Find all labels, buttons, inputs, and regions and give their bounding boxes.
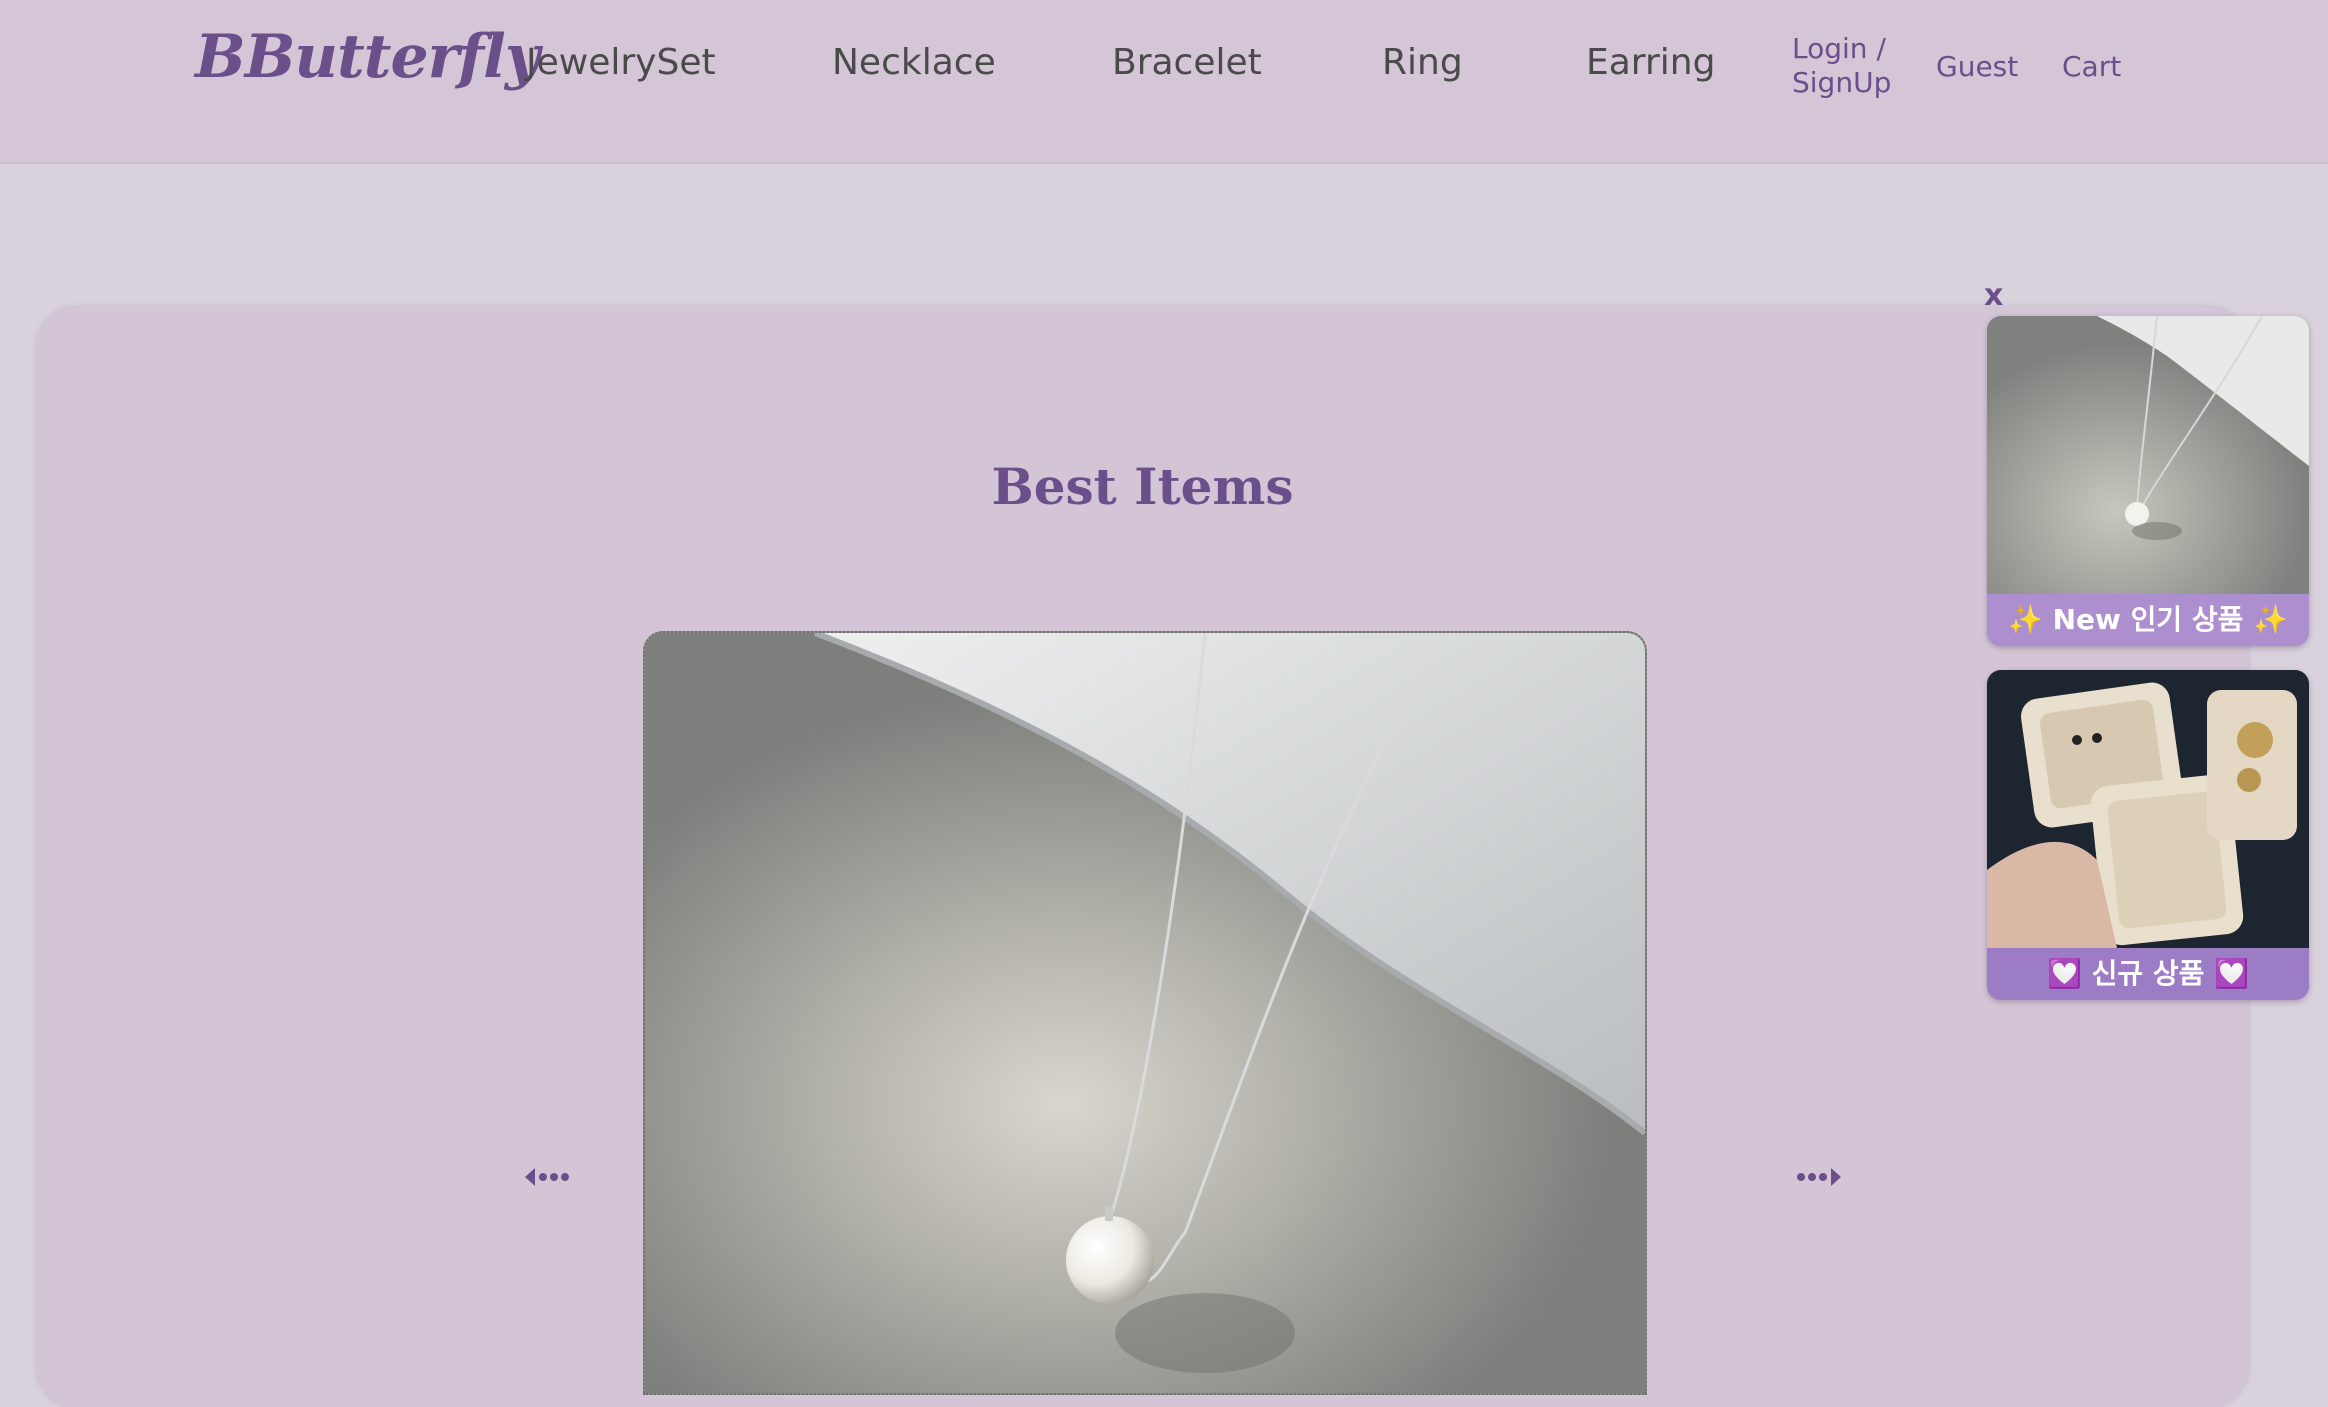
popup-caption-new-arrival: 💟 신규 상품 💟	[1987, 948, 2309, 1000]
site-header: BButterfly JewelrySet Necklace Bracelet …	[0, 0, 2328, 164]
section-title: Best Items	[991, 457, 1294, 516]
nav-earring[interactable]: Earring	[1586, 42, 1715, 83]
login-label: Login /	[1792, 32, 1886, 65]
popup-close-button[interactable]: x	[1984, 278, 2003, 313]
guest-link[interactable]: Guest	[1936, 50, 2018, 83]
signup-label: SignUp	[1792, 66, 1892, 99]
best-items-section: Best Items	[37, 307, 2248, 1407]
nav-jewelryset[interactable]: JewelrySet	[526, 42, 716, 83]
pearl-necklace-image[interactable]	[643, 631, 1647, 1395]
popup-card-new-arrival[interactable]: 💟 신규 상품 💟	[1987, 670, 2309, 1000]
nav-bracelet[interactable]: Bracelet	[1112, 42, 1262, 83]
popup-caption-new-popular: ✨ New 인기 상품 ✨	[1987, 594, 2309, 646]
nav-ring[interactable]: Ring	[1382, 42, 1463, 83]
site-logo[interactable]: BButterfly	[195, 22, 540, 92]
pearl-necklace-thumbnail	[1987, 316, 2309, 594]
next-arrow-icon[interactable]	[1789, 1157, 1849, 1197]
cart-link[interactable]: Cart	[2062, 50, 2121, 83]
popup-card-new-popular[interactable]: ✨ New 인기 상품 ✨	[1987, 316, 2309, 646]
login-signup-link[interactable]: Login / SignUp	[1792, 32, 1891, 100]
prev-arrow-icon[interactable]	[521, 1157, 581, 1197]
nav-necklace[interactable]: Necklace	[832, 42, 996, 83]
jewelry-box-thumbnail	[1987, 670, 2309, 948]
